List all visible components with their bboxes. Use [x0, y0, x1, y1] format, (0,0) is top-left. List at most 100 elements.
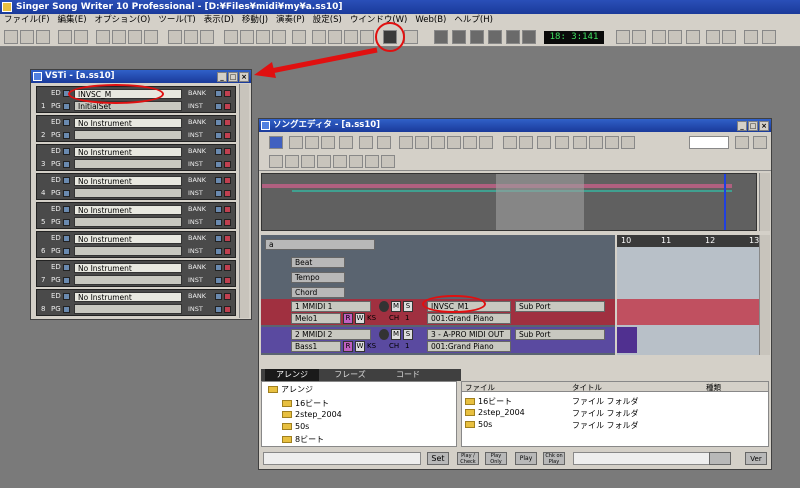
track-2-port[interactable]: 3 - A-PRO MIDI OUT: [427, 329, 511, 340]
snap-icon[interactable]: [735, 136, 749, 149]
undo-icon[interactable]: [359, 136, 373, 149]
bank-button[interactable]: [215, 177, 222, 184]
instrument-select[interactable]: No Instrument: [74, 118, 182, 128]
inst-button[interactable]: [215, 219, 222, 226]
inst-alt-button[interactable]: [224, 161, 231, 168]
track-2-name[interactable]: 2 MMIDI 2: [291, 329, 371, 340]
program-button[interactable]: [63, 219, 70, 226]
arrow-tool-icon[interactable]: [305, 136, 319, 149]
bank-button[interactable]: [215, 206, 222, 213]
mute-tool-icon[interactable]: [447, 136, 461, 149]
wave-icon[interactable]: [668, 30, 682, 44]
punch-in-icon[interactable]: [285, 155, 299, 168]
maximize-button[interactable]: □: [748, 121, 758, 131]
tree-item[interactable]: 8ビート: [282, 434, 324, 445]
scroll-icon[interactable]: [753, 136, 767, 149]
record-icon[interactable]: [379, 329, 389, 340]
tab-chord[interactable]: コード: [381, 369, 435, 381]
eq-icon[interactable]: [686, 30, 700, 44]
solo-button[interactable]: S: [403, 301, 413, 312]
bank-button[interactable]: [215, 235, 222, 242]
vsti-slot[interactable]: ED 8 PG No Instrument BANK INST: [36, 289, 236, 316]
edit-button[interactable]: [63, 293, 70, 300]
track-2-clip[interactable]: [617, 327, 637, 353]
instrument-select[interactable]: No Instrument: [74, 205, 182, 215]
editor-icon[interactable]: [200, 30, 214, 44]
bank-button[interactable]: [215, 90, 222, 97]
vsti-slot[interactable]: ED 5 PG No Instrument BANK INST: [36, 202, 236, 229]
minimize-button[interactable]: _: [737, 121, 747, 131]
menu-tools[interactable]: ツール(T): [154, 14, 199, 27]
browser-filter-input[interactable]: [573, 452, 713, 465]
edit-button[interactable]: [63, 206, 70, 213]
inst-alt-button[interactable]: [224, 277, 231, 284]
list-item[interactable]: 2step_2004: [465, 408, 525, 417]
open-file-icon[interactable]: [20, 30, 34, 44]
part-icon[interactable]: [272, 30, 286, 44]
program-select[interactable]: [74, 217, 182, 227]
track-2-instrument[interactable]: 001:Grand Piano: [427, 341, 511, 352]
rewind-icon[interactable]: [452, 30, 466, 44]
menu-window[interactable]: ウインドウ(W): [346, 14, 412, 27]
play-icon[interactable]: [470, 30, 484, 44]
overview-scrollbar[interactable]: [759, 173, 770, 231]
select-tool-icon[interactable]: [289, 136, 303, 149]
note-length-select[interactable]: [689, 136, 729, 149]
vsti-scrollbar[interactable]: [239, 84, 249, 318]
track-scrollbar[interactable]: [759, 235, 770, 355]
write-button[interactable]: W: [355, 341, 365, 352]
import-icon[interactable]: [74, 30, 88, 44]
track-2[interactable]: 2 MMIDI 2 Bass1 R W KS CH 1 M S 3 - A-PR…: [261, 327, 615, 353]
program-select[interactable]: [74, 304, 182, 314]
marker-icon[interactable]: [621, 136, 635, 149]
meter-icon[interactable]: [632, 30, 646, 44]
menu-settings[interactable]: 設定(S): [309, 14, 346, 27]
zoom-icon[interactable]: [399, 136, 413, 149]
grid2-icon[interactable]: [744, 30, 758, 44]
edit-button[interactable]: [63, 264, 70, 271]
menu-help[interactable]: ヘルプ(H): [450, 14, 497, 27]
arrow-icon[interactable]: [360, 30, 374, 44]
inst-alt-button[interactable]: [224, 190, 231, 197]
erase-tool-icon[interactable]: [339, 136, 353, 149]
tree-root[interactable]: アレンジ: [268, 384, 313, 395]
grid-icon[interactable]: [503, 136, 517, 149]
inst-button[interactable]: [215, 132, 222, 139]
bank-alt-button[interactable]: [224, 206, 231, 213]
locator3-icon[interactable]: [365, 155, 379, 168]
inst-alt-button[interactable]: [224, 248, 231, 255]
chord-icon[interactable]: [605, 136, 619, 149]
browser-input[interactable]: [263, 452, 421, 465]
fast-forward-icon[interactable]: [488, 30, 502, 44]
vsti-slot[interactable]: ED 2 PG No Instrument BANK INST: [36, 115, 236, 142]
fader-icon[interactable]: [292, 30, 306, 44]
track-1-instrument[interactable]: 001:Grand Piano: [427, 313, 511, 324]
redo-icon[interactable]: [377, 136, 391, 149]
mixer-icon[interactable]: [240, 30, 254, 44]
sequencer-icon[interactable]: [706, 30, 720, 44]
keyboard-icon[interactable]: [328, 30, 342, 44]
solo-button[interactable]: S: [403, 329, 413, 340]
bank-alt-button[interactable]: [224, 148, 231, 155]
inst-alt-button[interactable]: [224, 132, 231, 139]
tree-item[interactable]: 2step_2004: [282, 410, 342, 419]
inst-button[interactable]: [215, 277, 222, 284]
new-file-icon[interactable]: [4, 30, 18, 44]
instrument-select[interactable]: No Instrument: [74, 234, 182, 244]
instrument-select[interactable]: No Instrument: [74, 147, 182, 157]
edit-button[interactable]: [63, 148, 70, 155]
overview-viewport[interactable]: [496, 174, 584, 230]
program-select[interactable]: [74, 275, 182, 285]
tempo-icon[interactable]: [573, 136, 587, 149]
track-2-subport[interactable]: Sub Port: [515, 329, 605, 340]
score-icon[interactable]: [256, 30, 270, 44]
rewind-start-icon[interactable]: [434, 30, 448, 44]
menu-play[interactable]: 演奏(P): [272, 14, 309, 27]
inst-alt-button[interactable]: [224, 219, 231, 226]
bank-button[interactable]: [215, 293, 222, 300]
track-1-sub[interactable]: Melo1: [291, 313, 341, 324]
program-select[interactable]: [74, 159, 182, 169]
timeline-ruler[interactable]: 10 11 12 13: [617, 235, 759, 247]
close-button[interactable]: ×: [759, 121, 769, 131]
track-1-subport[interactable]: Sub Port: [515, 301, 605, 312]
